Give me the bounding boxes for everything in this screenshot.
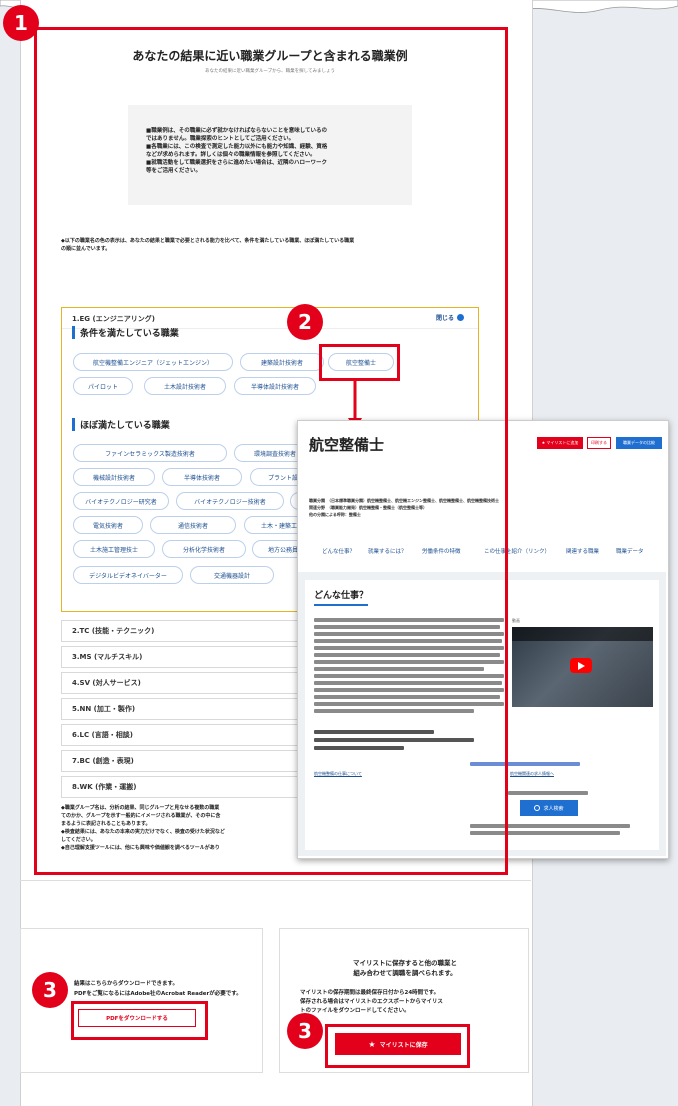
play-icon[interactable] xyxy=(570,658,592,673)
video-label: 動画 xyxy=(512,618,520,623)
mylist-card-text: マイリストの保存期間は最終保存日付から24時間です。 保存される場合はマイリスト… xyxy=(300,989,526,1016)
job-search-button[interactable]: 求人検索 xyxy=(520,800,578,816)
annotation-badge-2: 2 xyxy=(287,304,323,340)
search-caption xyxy=(508,791,588,795)
highlight-box-3b xyxy=(325,1024,470,1068)
annotation-badge-1: 1 xyxy=(3,5,39,41)
mylist-card-heading: マイリストに保存すると他の職業と 組み合わせて調職を調べられます。 xyxy=(300,958,510,978)
card-text-line: マイリストに保存すると他の職業と xyxy=(353,959,457,967)
card-text-line: 保存される場合はマイリストのエクスポートからマイリス xyxy=(300,999,443,1005)
search-icon xyxy=(534,805,541,811)
popup-print-button[interactable]: 印刷する xyxy=(587,437,611,449)
bottom-divider xyxy=(20,880,531,881)
video-thumbnail[interactable] xyxy=(512,627,653,707)
highlight-box-1 xyxy=(34,27,508,875)
highlight-box-3a xyxy=(71,1001,208,1040)
popup-add-mylist-button[interactable]: ★ マイリストに追加 xyxy=(537,437,583,449)
search-button-label: 求人検索 xyxy=(543,805,564,812)
card-text-line: トのファイルをダウンロードしてください。 xyxy=(300,1008,410,1014)
annotation-badge-3b: 3 xyxy=(287,1013,323,1049)
card-text-line: 結果はこちらからダウンロードできます。 xyxy=(74,981,178,987)
popup-compare-button[interactable]: 職業データの比較 xyxy=(616,437,662,449)
popup-tab[interactable]: 関連する職業 xyxy=(566,547,599,555)
popup-link[interactable]: 航空機関連の求人情報へ xyxy=(510,771,554,777)
highlight-box-2 xyxy=(319,344,400,381)
card-text-line: 組み合わせて調職を調べられます。 xyxy=(353,969,457,977)
annotation-badge-3: 3 xyxy=(32,972,68,1008)
popup-tab[interactable]: 職業データ xyxy=(616,547,644,555)
card-text-line: PDFをご覧になるにはAdobe社のAcrobat Readerが必要です。 xyxy=(74,991,242,997)
card-text-line: マイリストの保存期間は最終保存日付から24時間です。 xyxy=(300,990,440,996)
download-card-text: 結果はこちらからダウンロードできます。 PDFをご覧になるにはAdobe社のAc… xyxy=(74,979,264,999)
